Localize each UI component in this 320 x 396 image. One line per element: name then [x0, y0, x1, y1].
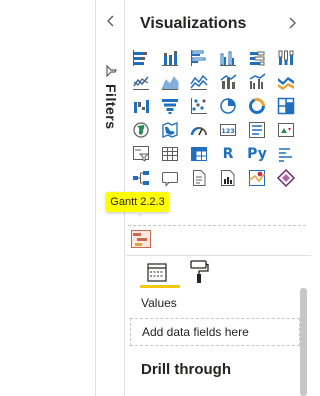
paginated-report-icon[interactable]	[216, 166, 240, 190]
filters-label: Filters	[103, 84, 119, 130]
stacked-area-chart-icon[interactable]	[187, 70, 211, 94]
format-tab[interactable]	[188, 258, 210, 286]
visual-tooltip: Gantt 2.2.3	[106, 192, 169, 212]
values-drop-zone[interactable]: Add data fields here	[130, 318, 300, 346]
clustered-bar-chart-icon[interactable]	[187, 46, 211, 70]
100-stacked-column-chart-icon[interactable]	[274, 46, 298, 70]
line-chart-icon[interactable]	[129, 70, 153, 94]
map-icon[interactable]	[129, 118, 153, 142]
active-tab-indicator	[140, 285, 180, 288]
qa-icon[interactable]	[158, 166, 182, 190]
visualizations-title: Visualizations	[140, 15, 247, 32]
ribbon-chart-icon[interactable]	[274, 70, 298, 94]
stacked-bar-chart-icon[interactable]	[129, 46, 153, 70]
line-and-clustered-column-chart-icon[interactable]	[245, 70, 269, 94]
power-apps-icon[interactable]	[274, 166, 298, 190]
multi-row-card-icon[interactable]	[245, 118, 269, 142]
gauge-icon[interactable]	[187, 118, 211, 142]
scatter-chart-icon[interactable]	[187, 94, 211, 118]
kpi-icon[interactable]	[274, 118, 298, 142]
chevron-left-icon[interactable]	[103, 12, 119, 30]
canvas-area	[0, 0, 95, 396]
area-chart-icon[interactable]	[158, 70, 182, 94]
python-visual-icon[interactable]: Py	[245, 142, 269, 166]
r-script-visual-icon[interactable]: R	[216, 142, 240, 166]
smart-narrative-icon[interactable]	[187, 166, 211, 190]
visual-gallery: 123 R Py	[129, 46, 301, 190]
stacked-column-chart-icon[interactable]	[158, 46, 182, 70]
treemap-icon[interactable]	[274, 94, 298, 118]
table-icon[interactable]	[158, 142, 182, 166]
custom-visuals-divider	[128, 225, 306, 226]
gantt-chart-icon[interactable]	[130, 229, 152, 249]
funnel-icon	[102, 62, 120, 80]
drill-through-header[interactable]: Drill through	[141, 361, 231, 378]
card-icon[interactable]: 123	[216, 118, 240, 142]
fields-icon	[147, 263, 167, 282]
chevron-right-icon[interactable]	[284, 14, 300, 32]
fields-tab[interactable]	[144, 260, 170, 284]
filters-pane-toggle[interactable]: Filters	[96, 84, 126, 144]
pie-chart-icon[interactable]	[216, 94, 240, 118]
decomposition-tree-icon[interactable]	[129, 166, 153, 190]
values-well-label: Values	[141, 296, 177, 310]
waterfall-chart-icon[interactable]	[129, 94, 153, 118]
matrix-icon[interactable]	[187, 142, 211, 166]
pane-scrollbar[interactable]	[300, 288, 307, 396]
azure-map-icon[interactable]	[245, 166, 269, 190]
key-influencers-icon[interactable]	[274, 142, 298, 166]
slicer-icon[interactable]	[129, 142, 153, 166]
paint-roller-icon	[190, 260, 209, 283]
filled-map-icon[interactable]	[158, 118, 182, 142]
donut-chart-icon[interactable]	[245, 94, 269, 118]
tooltip-arrow	[135, 212, 145, 217]
100-stacked-bar-chart-icon[interactable]	[245, 46, 269, 70]
clustered-column-chart-icon[interactable]	[216, 46, 240, 70]
funnel-chart-icon[interactable]	[158, 94, 182, 118]
line-and-stacked-column-chart-icon[interactable]	[216, 70, 240, 94]
svg-text:123: 123	[221, 127, 235, 135]
pane-section-divider	[126, 255, 311, 256]
